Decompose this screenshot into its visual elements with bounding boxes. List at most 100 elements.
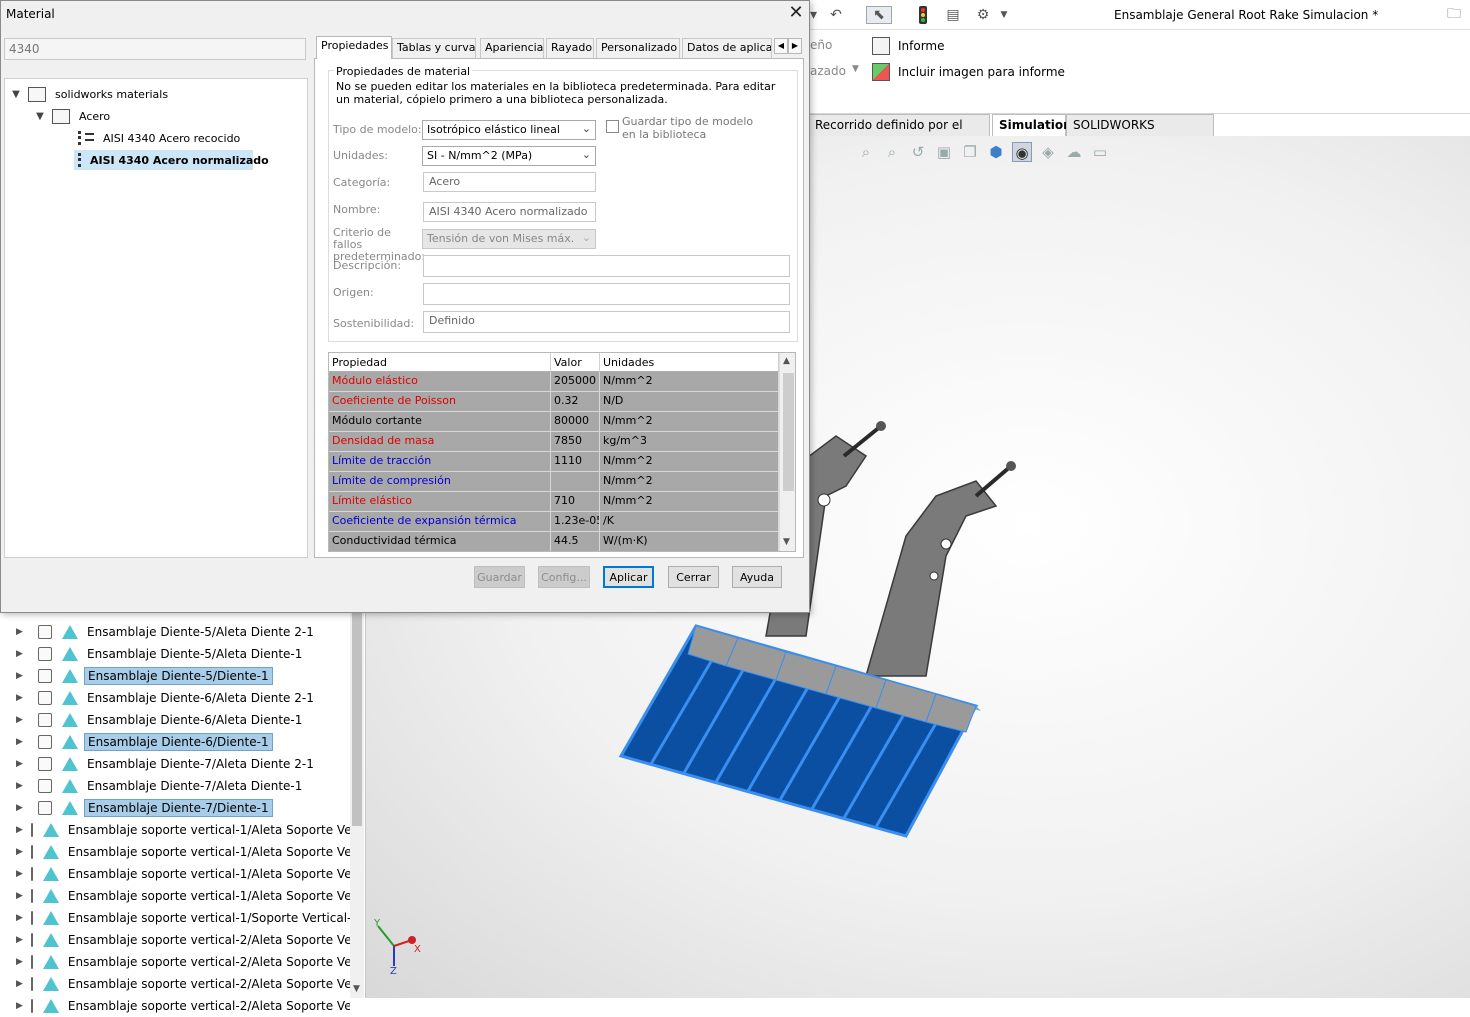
- tree-node-solidworks-materials[interactable]: ▼ solidworks materials: [10, 84, 171, 104]
- redo-icon[interactable]: ▾: [810, 6, 817, 24]
- property-value-cell[interactable]: [551, 472, 600, 492]
- property-units-cell[interactable]: N/D: [600, 392, 779, 412]
- property-name-cell[interactable]: Límite de compresión: [329, 472, 551, 492]
- property-units-cell[interactable]: N/mm^2: [600, 412, 779, 432]
- property-value-cell[interactable]: 80000: [551, 412, 600, 432]
- undo-icon[interactable]: ↶: [826, 6, 846, 24]
- tree-row[interactable]: ▶ Ensamblaje soporte vertical-1/Aleta Sop…: [0, 819, 350, 841]
- tree-row[interactable]: ▶ Ensamblaje Diente-5/Aleta Diente-1: [0, 643, 350, 665]
- chevron-down-icon[interactable]: ▼: [998, 6, 1010, 24]
- tree-row[interactable]: ▶ Ensamblaje Diente-6/Aleta Diente 2-1: [0, 687, 350, 709]
- tab-simulation[interactable]: Simulation: [992, 114, 1072, 136]
- property-name-cell[interactable]: Límite elástico: [329, 492, 551, 512]
- table-row[interactable]: Límite elástico 710 N/mm^2: [329, 492, 779, 512]
- expand-icon[interactable]: ▶: [16, 847, 23, 857]
- tab-hatching[interactable]: Rayado: [546, 38, 594, 58]
- tree-row[interactable]: ▶ Ensamblaje soporte vertical-2/Aleta Sop…: [0, 995, 350, 1017]
- property-name-cell[interactable]: Coeficiente de expansión térmica: [329, 512, 551, 532]
- property-units-cell[interactable]: N/mm^2: [600, 472, 779, 492]
- tree-row[interactable]: ▶ Ensamblaje soporte vertical-1/Soporte V…: [0, 907, 350, 929]
- help-button[interactable]: Ayuda: [732, 566, 782, 588]
- zoom-area-icon[interactable]: ⌕: [882, 142, 902, 162]
- property-value-cell[interactable]: 1110: [551, 452, 600, 472]
- model-type-select[interactable]: Isotrópico elástico lineal ⌄: [422, 120, 596, 140]
- property-value-cell[interactable]: 44.5: [551, 532, 600, 551]
- scene-icon[interactable]: ☁: [1064, 142, 1084, 162]
- tab-appearance[interactable]: Apariencia: [480, 38, 544, 58]
- tree-row[interactable]: ▶ Ensamblaje soporte vertical-2/Aleta Sop…: [0, 973, 350, 995]
- save-model-type-checkbox[interactable]: [606, 120, 619, 133]
- property-value-cell[interactable]: 7850: [551, 432, 600, 452]
- section-view-icon[interactable]: ▣: [934, 142, 954, 162]
- property-name-cell[interactable]: Módulo elástico: [329, 372, 551, 392]
- tab-solidworks-inspection[interactable]: SOLIDWORKS Inspection: [1066, 114, 1214, 152]
- tab-tables-curves[interactable]: Tablas y curvas: [392, 38, 476, 58]
- config-button[interactable]: Config...: [538, 566, 590, 588]
- category-field[interactable]: Acero: [423, 172, 596, 192]
- property-value-cell[interactable]: 0.32: [551, 392, 600, 412]
- column-header-units[interactable]: Unidades: [600, 353, 779, 372]
- tree-row[interactable]: ▶ Ensamblaje Diente-7/Aleta Diente-1: [0, 775, 350, 797]
- expand-icon[interactable]: ▶: [16, 913, 23, 923]
- property-value-cell[interactable]: 205000: [551, 372, 600, 392]
- traffic-light-icon[interactable]: [914, 6, 932, 24]
- display-monitor-icon[interactable]: ▭: [1090, 142, 1110, 162]
- expand-icon[interactable]: ▶: [16, 803, 30, 813]
- expand-icon[interactable]: ▶: [16, 649, 30, 659]
- collapse-icon[interactable]: ▼: [10, 89, 22, 100]
- table-row[interactable]: Módulo elástico 205000 N/mm^2: [329, 372, 779, 392]
- table-row[interactable]: Densidad de masa 7850 kg/m^3: [329, 432, 779, 452]
- scrollbar-thumb[interactable]: [783, 373, 794, 491]
- previous-view-icon[interactable]: ↺: [908, 142, 928, 162]
- material-search-input[interactable]: [4, 38, 306, 60]
- scrollbar-thumb[interactable]: [352, 612, 362, 826]
- column-header-property[interactable]: Propiedad: [329, 353, 551, 372]
- tab-application-data[interactable]: Datos de aplicaci: [682, 38, 772, 58]
- expand-icon[interactable]: ▶: [16, 627, 30, 637]
- expand-icon[interactable]: ▶: [16, 1001, 23, 1011]
- feature-tree-scrollbar[interactable]: ▼: [350, 612, 364, 998]
- expand-icon[interactable]: ▶: [16, 759, 30, 769]
- include-image-button[interactable]: Incluir imagen para informe: [872, 63, 1065, 81]
- expand-icon[interactable]: ▶: [16, 891, 23, 901]
- expand-icon[interactable]: ▶: [16, 869, 23, 879]
- property-units-cell[interactable]: /K: [600, 512, 779, 532]
- close-icon[interactable]: ✕: [786, 3, 806, 23]
- tab-custom[interactable]: Personalizado: [596, 38, 680, 58]
- source-field[interactable]: [423, 283, 790, 305]
- property-name-cell[interactable]: Límite de tracción: [329, 452, 551, 472]
- open-folder-icon[interactable]: 🗀: [1444, 6, 1464, 24]
- view-orientation-icon[interactable]: ❐: [960, 142, 980, 162]
- table-row[interactable]: Módulo cortante 80000 N/mm^2: [329, 412, 779, 432]
- gear-icon[interactable]: ⚙: [974, 6, 992, 24]
- close-button[interactable]: Cerrar: [668, 566, 719, 588]
- description-field[interactable]: [423, 255, 790, 277]
- save-button[interactable]: Guardar: [474, 566, 525, 588]
- tree-row[interactable]: ▶ Ensamblaje Diente-5/Diente-1: [0, 665, 350, 687]
- tree-row[interactable]: ▶ Ensamblaje soporte vertical-2/Aleta Sop…: [0, 951, 350, 973]
- property-units-cell[interactable]: N/mm^2: [600, 492, 779, 512]
- expand-icon[interactable]: ▶: [16, 671, 30, 681]
- property-name-cell[interactable]: Densidad de masa: [329, 432, 551, 452]
- property-value-cell[interactable]: 1.23e-05: [551, 512, 600, 532]
- units-select[interactable]: SI - N/mm^2 (MPa) ⌄: [422, 146, 596, 166]
- feature-tree[interactable]: ▶ Ensamblaje Diente-5/Aleta Diente 2-1 ▶ En…: [0, 612, 366, 1013]
- table-scrollbar[interactable]: ▲ ▼: [779, 353, 795, 551]
- apply-button[interactable]: Aplicar: [603, 566, 654, 588]
- tree-node-acero[interactable]: ▼ Acero: [34, 106, 113, 126]
- scroll-down-icon[interactable]: ▼: [783, 537, 790, 547]
- table-row[interactable]: Límite de tracción 1110 N/mm^2: [329, 452, 779, 472]
- hide-show-icon[interactable]: ◉: [1012, 142, 1032, 162]
- tree-row[interactable]: ▶ Ensamblaje Diente-7/Aleta Diente 2-1: [0, 753, 350, 775]
- expand-icon[interactable]: ▶: [16, 957, 23, 967]
- table-row[interactable]: Coeficiente de Poisson 0.32 N/D: [329, 392, 779, 412]
- tree-row[interactable]: ▶ Ensamblaje soporte vertical-1/Aleta Sop…: [0, 841, 350, 863]
- tree-row[interactable]: ▶ Ensamblaje Diente-6/Aleta Diente-1: [0, 709, 350, 731]
- collapse-icon[interactable]: ▼: [34, 111, 46, 122]
- scroll-up-icon[interactable]: ▲: [783, 356, 790, 366]
- expand-icon[interactable]: ▶: [16, 715, 30, 725]
- tree-row[interactable]: ▶ Ensamblaje Diente-7/Diente-1: [0, 797, 350, 819]
- expand-icon[interactable]: ▶: [16, 979, 23, 989]
- property-value-cell[interactable]: 710: [551, 492, 600, 512]
- tab-user-defined-route[interactable]: Recorrido definido por el usuario: [808, 114, 990, 152]
